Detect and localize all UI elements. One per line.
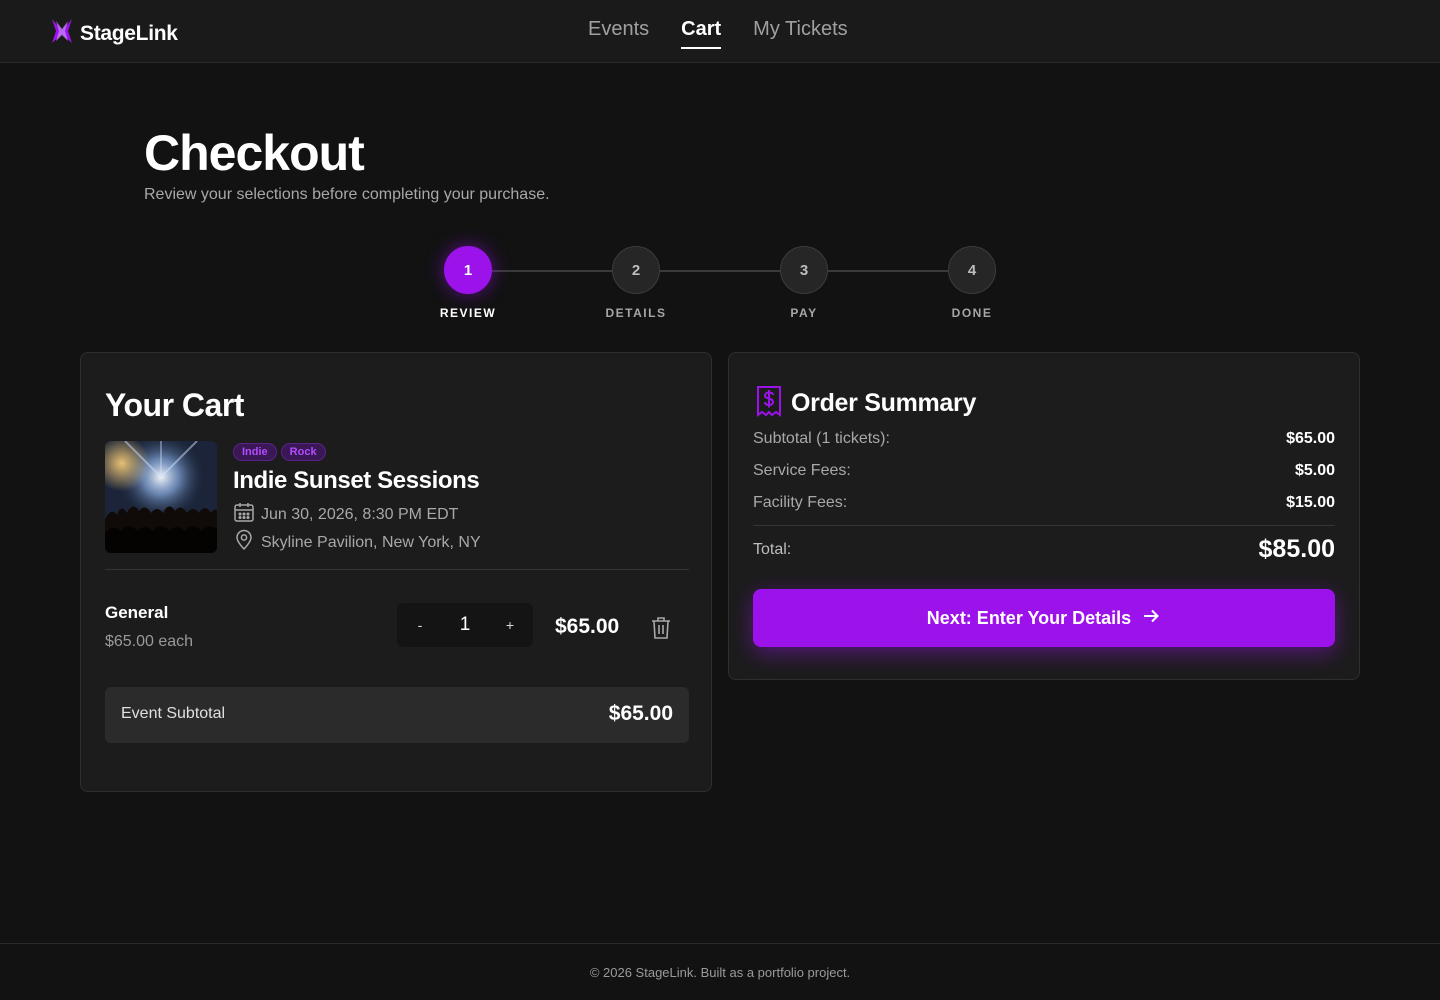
receipt-dollar-icon [755, 385, 783, 422]
event-venue-row: Skyline Pavilion, New York, NY [233, 529, 481, 556]
total-value: $85.00 [1258, 535, 1335, 563]
summary-row-facility-fees: Facility Fees: $15.00 [753, 494, 1335, 512]
summary-total-row: Total: $85.00 [753, 535, 1335, 564]
nav-events[interactable]: Events [588, 18, 649, 47]
summary-label: Subtotal (1 tickets): [753, 430, 890, 447]
step-connector [828, 270, 948, 272]
ticket-type: General [105, 603, 169, 622]
nav-my-tickets[interactable]: My Tickets [753, 18, 847, 47]
cart-card: Your Cart Indie Rock Indie Sunset Sessio… [80, 352, 712, 792]
summary-divider [753, 525, 1335, 526]
event-subtotal: Event Subtotal $65.00 [105, 687, 689, 743]
event-subtotal-value: $65.00 [608, 702, 673, 725]
step-number: 1 [444, 246, 492, 294]
cart-title: Your Cart [105, 387, 244, 423]
step-number: 4 [948, 246, 996, 294]
event-name[interactable]: Indie Sunset Sessions [233, 467, 480, 495]
brand-name: StageLink [80, 21, 178, 45]
footer-text: © 2026 StageLink. Built as a portfolio p… [589, 965, 851, 980]
step-label: DETAILS [605, 306, 667, 320]
order-summary-card: Order Summary Subtotal (1 tickets): $65.… [728, 352, 1360, 680]
step-review: 1 REVIEW [428, 246, 508, 320]
order-summary-title: Order Summary [791, 389, 977, 417]
checkout-stepper: 1 REVIEW 2 DETAILS 3 PAY 4 DONE [0, 246, 1440, 326]
step-connector [660, 270, 780, 272]
arrow-right-icon [1141, 606, 1161, 631]
next-enter-details-button[interactable]: Next: Enter Your Details [753, 589, 1335, 647]
event-image[interactable] [105, 441, 217, 553]
quantity-stepper: - 1 + [397, 603, 533, 647]
increment-button[interactable]: + [499, 617, 521, 633]
event-tags: Indie Rock [233, 443, 326, 461]
trash-icon[interactable] [649, 615, 673, 641]
location-pin-icon [233, 529, 255, 556]
quantity-value: 1 [459, 614, 471, 635]
decrement-button[interactable]: - [409, 617, 431, 633]
order-summary-header: Order Summary [755, 385, 976, 422]
line-total: $65.00 [555, 615, 620, 638]
summary-label: Service Fees: [753, 462, 851, 479]
event-date-row: Jun 30, 2026, 8:30 PM EDT [233, 501, 458, 528]
top-navbar: StageLink Events Cart My Tickets [0, 0, 1440, 63]
nav-cart[interactable]: Cart [681, 18, 722, 49]
event-subtotal-label: Event Subtotal [121, 705, 226, 722]
summary-label: Facility Fees: [753, 494, 848, 511]
step-details: 2 DETAILS [596, 246, 676, 320]
step-number: 2 [612, 246, 660, 294]
ticket-unit-price: $65.00 each [105, 633, 194, 650]
brand[interactable]: StageLink [50, 17, 178, 50]
divider [105, 569, 689, 570]
total-label: Total: [753, 540, 792, 558]
summary-row-service-fees: Service Fees: $5.00 [753, 462, 1335, 480]
step-label: PAY [790, 306, 818, 320]
tag-rock: Rock [280, 443, 326, 461]
summary-value: $15.00 [1286, 494, 1335, 511]
event-venue: Skyline Pavilion, New York, NY [261, 533, 481, 551]
step-done: 4 DONE [932, 246, 1012, 320]
event-date: Jun 30, 2026, 8:30 PM EDT [261, 505, 459, 523]
step-label: REVIEW [439, 306, 497, 320]
page-subtitle: Review your selections before completing… [144, 186, 550, 203]
step-pay: 3 PAY [764, 246, 844, 320]
step-label: DONE [951, 306, 993, 320]
next-button-label: Next: Enter Your Details [926, 607, 1132, 628]
summary-row-subtotal: Subtotal (1 tickets): $65.00 [753, 430, 1335, 448]
calendar-icon [233, 501, 255, 528]
step-number: 3 [780, 246, 828, 294]
tag-indie: Indie [233, 443, 277, 461]
logo-icon [50, 17, 74, 50]
summary-value: $65.00 [1286, 430, 1335, 447]
footer: © 2026 StageLink. Built as a portfolio p… [0, 943, 1440, 1000]
page-title: Checkout [144, 125, 365, 181]
step-connector [492, 270, 612, 272]
summary-value: $5.00 [1294, 462, 1335, 479]
main-nav: Events Cart My Tickets [588, 18, 848, 49]
